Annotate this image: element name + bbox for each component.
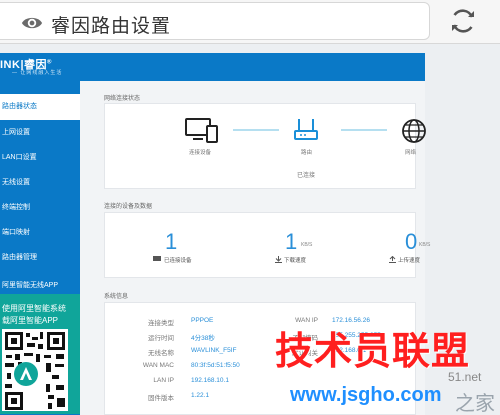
devices-icon xyxy=(185,118,218,143)
info-key: 连接类型 xyxy=(148,320,174,327)
download-speed-value: 1 xyxy=(285,229,298,254)
sidebar-item-wireless-settings[interactable]: 无线设置 xyxy=(0,170,80,196)
system-info-title: 系统信息 xyxy=(104,294,129,300)
connection-status: 已连接 xyxy=(297,173,316,179)
device-count-label: 已连接设备 xyxy=(164,258,192,264)
device-icon xyxy=(153,256,161,261)
upload-speed-unit: KB/S xyxy=(419,242,431,248)
info-key: WAN MAC xyxy=(142,362,174,369)
upload-speed-label: 上传速度 xyxy=(398,258,421,264)
brand-slogan: — 让网线融入生活 xyxy=(12,70,63,76)
connected-devices-title: 连接的设备及数据 xyxy=(104,204,153,210)
info-key: 固件版本 xyxy=(148,395,174,402)
download-speed-unit: KB/S xyxy=(301,242,313,248)
sidebar-item-router-management[interactable]: 路由器管理 xyxy=(0,245,80,271)
connected-devices-card: 1 已连接设备 1 KB/S 下载速度 0 KB/S 上传速度 xyxy=(104,212,430,278)
sidebar-item-lan-settings[interactable]: LAN口设置 xyxy=(0,145,80,171)
reload-icon[interactable] xyxy=(448,6,478,36)
node-label-devices: 连接设备 xyxy=(189,150,212,156)
promo-line-1: 使用阿里智能系统 xyxy=(2,304,66,313)
download-speed-label: 下载速度 xyxy=(284,258,307,264)
ali-promo-panel: 使用阿里智能系统 载阿里智能APP xyxy=(0,294,80,414)
connection-line-1 xyxy=(233,129,279,131)
download-icon xyxy=(275,256,282,263)
eye-icon xyxy=(21,17,43,29)
sidebar-item-internet-settings[interactable]: 上网设置 xyxy=(0,120,80,146)
browser-topbar: 睿因路由设置 xyxy=(0,0,500,44)
brand-mark: ® xyxy=(47,59,52,66)
watermark-home: 之家 xyxy=(455,393,495,415)
ali-app-logo-icon xyxy=(14,362,38,386)
router-header: INK|睿因® — 让网线融入生活 xyxy=(0,53,425,81)
router-icon xyxy=(294,119,318,140)
info-value: 192.168.10.1 xyxy=(191,377,229,384)
sidebar-item-port-mapping[interactable]: 端口映射 xyxy=(0,220,80,246)
globe-icon xyxy=(402,119,426,143)
promo-text: 使用阿里智能系统 载阿里智能APP xyxy=(2,303,66,327)
watermark-text: 技术员联盟 xyxy=(275,329,471,373)
upload-speed-value: 0 xyxy=(405,229,418,254)
promo-line-2: 载阿里智能APP xyxy=(2,316,59,325)
info-value: 4分38秒 xyxy=(191,335,215,342)
page-title: 睿因路由设置 xyxy=(51,16,172,37)
info-key: 运行时间 xyxy=(148,335,174,342)
sidebar-item-terminal-control[interactable]: 终端控制 xyxy=(0,195,80,221)
sidebar: 路由器状态 上网设置 LAN口设置 无线设置 终端控制 端口映射 路由器管理 阿… xyxy=(0,81,80,415)
info-key: LAN IP xyxy=(153,377,174,384)
device-count: 1 xyxy=(165,229,178,254)
upload-icon xyxy=(389,256,396,263)
watermark-url: www.jsgho.com xyxy=(290,384,442,406)
node-label-router: 路由 xyxy=(301,150,313,156)
watermark-tail: 51.net xyxy=(448,370,482,384)
network-status-card: 连接设备 路由 网络 已连接 xyxy=(104,103,426,189)
network-status-title: 网络连接状态 xyxy=(104,96,141,102)
connection-line-2 xyxy=(341,129,387,131)
info-value: 1.22.1 xyxy=(191,392,210,399)
sidebar-item-router-status[interactable]: 路由器状态 xyxy=(0,94,80,120)
node-label-internet: 网络 xyxy=(405,150,417,156)
info-value: PPPOE xyxy=(191,317,214,324)
info-key: 无线名称 xyxy=(148,350,174,357)
address-bar[interactable]: 睿因路由设置 xyxy=(0,2,430,40)
info-value: 80:3f:5d:51:f5:50 xyxy=(191,362,240,369)
info-value: WAVLINK_F5IF xyxy=(191,347,237,354)
